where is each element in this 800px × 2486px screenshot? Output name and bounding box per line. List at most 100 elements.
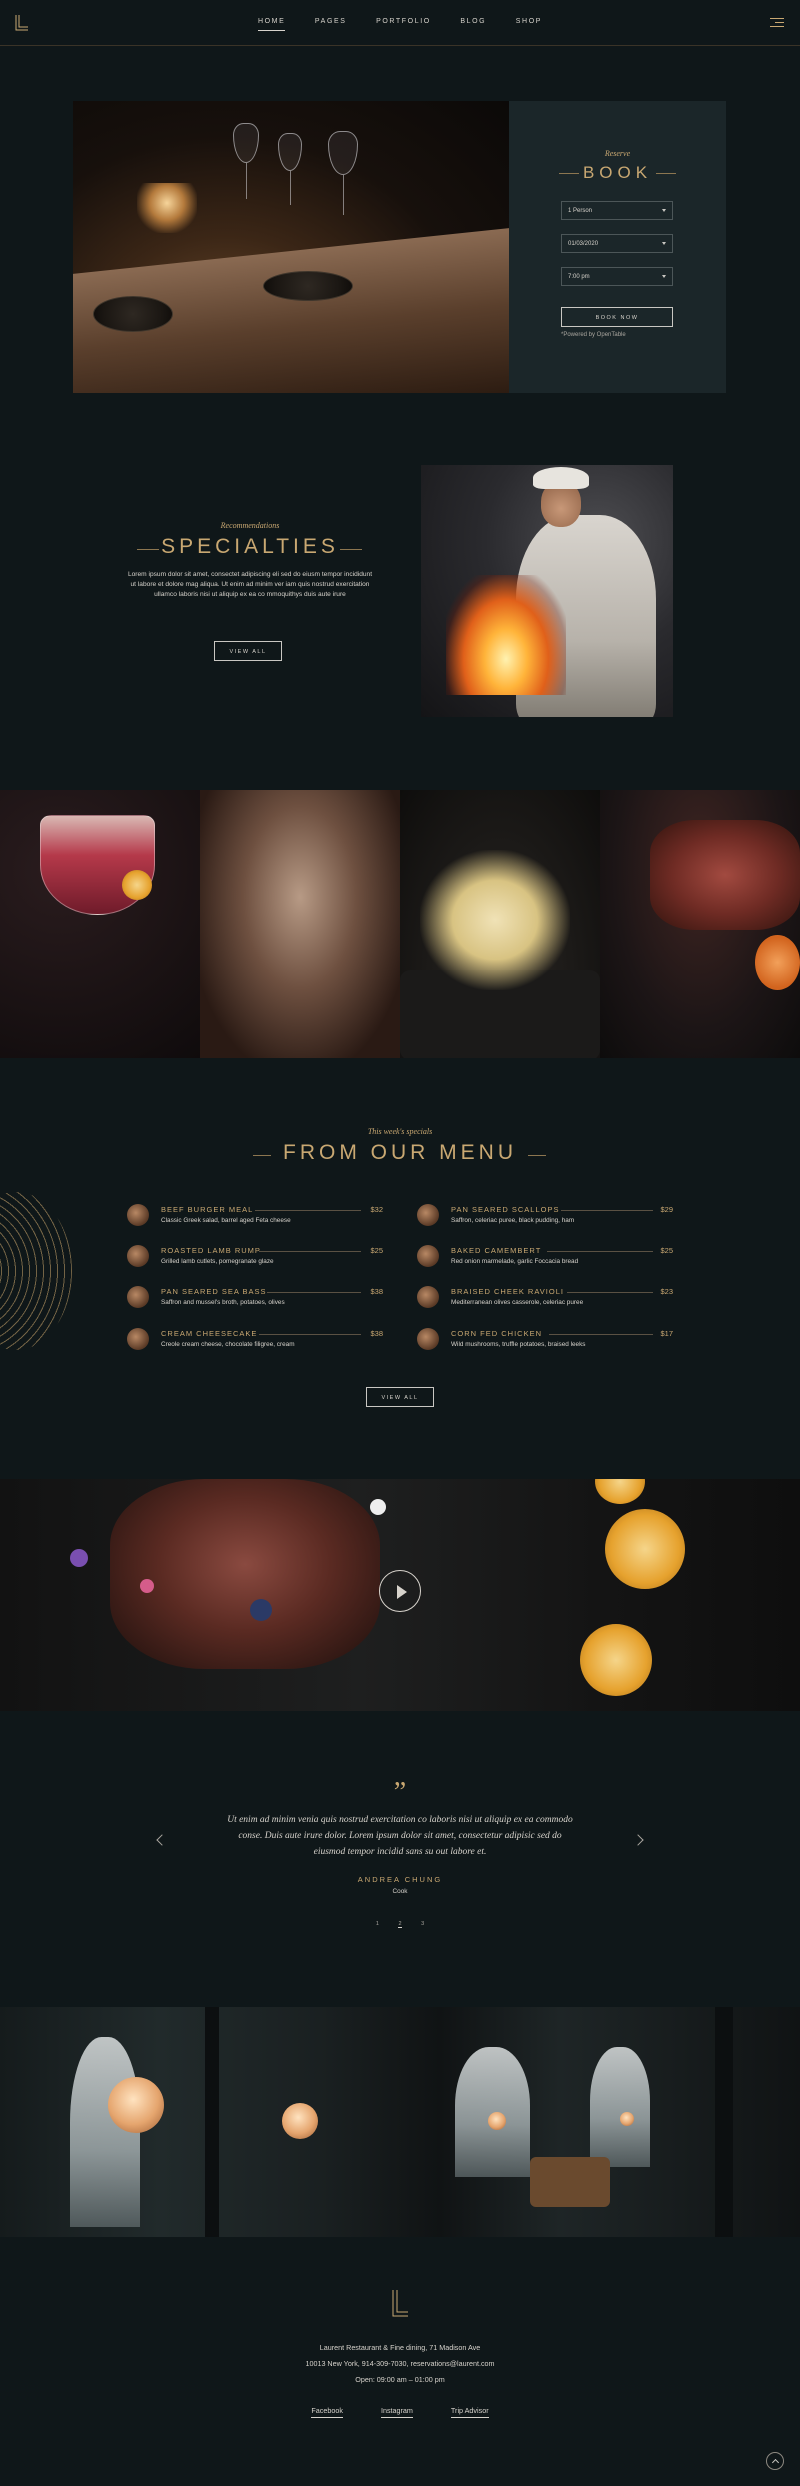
chevron-down-icon [662, 242, 666, 245]
lemon-half [580, 1624, 652, 1696]
nav-item-blog[interactable]: BLOG [460, 18, 486, 30]
menu-item-thumb [127, 1245, 149, 1267]
pendant-lamp [108, 2077, 164, 2133]
divider [567, 1292, 653, 1293]
menu-item-thumb [127, 1204, 149, 1226]
pendant-lamp [282, 2103, 318, 2139]
quote-icon: ” [393, 1777, 407, 1808]
facebook-link[interactable]: Facebook [311, 2406, 343, 2418]
gallery-image-steak[interactable] [600, 790, 800, 1058]
menu-item-name: PAN SEARED SEA BASS [161, 1287, 267, 1296]
menu-item[interactable]: BRAISED CHEEK RAVIOLI $23 Mediterranean … [417, 1285, 673, 1315]
pagination-dot[interactable]: 3 [421, 1921, 424, 1927]
menu-item-name: BEEF BURGER MEAL [161, 1205, 254, 1214]
flower [140, 1579, 154, 1593]
pendant-lamp [620, 2112, 634, 2126]
nav-item-pages[interactable]: PAGES [315, 18, 347, 30]
flower [370, 1499, 386, 1515]
persons-select[interactable]: 1 Person [561, 201, 673, 220]
chef-hat [533, 467, 589, 489]
specialties-title: SPECIALTIES [161, 535, 339, 558]
menu-item[interactable]: CORN FED CHICKEN $17 Wild mushrooms, tru… [417, 1327, 673, 1357]
main-nav: HOME PAGES PORTFOLIO BLOG SHOP [0, 18, 800, 31]
pillar [715, 2007, 733, 2237]
menu-title: FROM OUR MENU [283, 1141, 517, 1164]
divider [656, 173, 676, 174]
divider [547, 1251, 653, 1252]
menu-item-name: CORN FED CHICKEN [451, 1329, 543, 1338]
menu-item-price: $38 [370, 1287, 383, 1296]
menu-view-all-button[interactable]: VIEW ALL [366, 1387, 434, 1407]
chevron-right-icon[interactable] [632, 1834, 644, 1846]
flower [70, 1549, 88, 1567]
menu-burger-icon[interactable] [770, 18, 784, 28]
pagination-dot[interactable]: 1 [376, 1921, 379, 1927]
footer-address: Laurent Restaurant & Fine dining, 71 Mad… [0, 2340, 800, 2388]
armchair [530, 2157, 610, 2207]
menu-item[interactable]: CREAM CHEESECAKE $38 Creole cream cheese… [127, 1327, 383, 1357]
powered-by-text: *Powered by OpenTable [561, 332, 626, 338]
menu-item-thumb [417, 1286, 439, 1308]
menu-item-name: BAKED CAMEMBERT [451, 1246, 542, 1255]
nav-item-portfolio[interactable]: PORTFOLIO [376, 18, 431, 30]
plate [263, 271, 353, 301]
menu-item-name: ROASTED LAMB RUMP [161, 1246, 261, 1255]
nav-item-shop[interactable]: SHOP [516, 18, 542, 30]
nav-item-home[interactable]: HOME [257, 18, 286, 31]
gallery-image-cocktail[interactable] [0, 790, 200, 1058]
divider [549, 1334, 653, 1335]
date-value: 01/03/2020 [568, 241, 599, 247]
menu-item-name: PAN SEARED SCALLOPS [451, 1205, 560, 1214]
blueberry [250, 1599, 272, 1621]
menu-item[interactable]: BEEF BURGER MEAL $32 Classic Greek salad… [127, 1203, 383, 1233]
menu-item-desc: Grilled lamb cutlets, pomegranate glaze [161, 1258, 274, 1265]
menu-item[interactable]: PAN SEARED SEA BASS $38 Saffron and muss… [127, 1285, 383, 1315]
specialties-text: Lorem ipsum dolor sit amet, consectet ad… [127, 571, 373, 598]
specialties-subtitle: Recommendations [220, 521, 280, 530]
plated-meat [110, 1479, 380, 1669]
time-select[interactable]: 7:00 pm [561, 267, 673, 286]
date-select[interactable]: 01/03/2020 [561, 234, 673, 253]
book-now-button[interactable]: BOOK NOW [561, 307, 673, 327]
menu-item-thumb [417, 1245, 439, 1267]
specialties-view-all-button[interactable]: VIEW ALL [214, 641, 282, 661]
menu-item[interactable]: PAN SEARED SCALLOPS $29 Saffron, celeria… [417, 1203, 673, 1233]
chevron-down-icon [662, 275, 666, 278]
menu-item-name: CREAM CHEESECAKE [161, 1329, 258, 1338]
book-title: BOOK [582, 163, 653, 182]
glass-stem [290, 171, 291, 205]
menu-subtitle: This week's specials [367, 1127, 433, 1136]
divider [255, 1210, 361, 1211]
divider [259, 1334, 361, 1335]
hero-dining-table-image [73, 101, 509, 393]
menu-item-price: $29 [660, 1205, 673, 1214]
menu-item-desc: Mediterranean olives casserole, celeriac… [451, 1299, 584, 1306]
menu-item-desc: Classic Greek salad, barrel aged Feta ch… [161, 1217, 291, 1224]
window [590, 2047, 650, 2167]
menu-item[interactable]: ROASTED LAMB RUMP $25 Grilled lamb cutle… [127, 1244, 383, 1274]
instagram-link[interactable]: Instagram [380, 2406, 413, 2418]
candle-light [137, 183, 197, 233]
play-icon[interactable] [379, 1570, 421, 1612]
gallery-image-pasta[interactable] [400, 790, 600, 1058]
menu-item[interactable]: BAKED CAMEMBERT $25 Red onion marmelade,… [417, 1244, 673, 1274]
lemon-slice [122, 870, 152, 900]
address-line: 10013 New York, 914-309-7030, reservatio… [305, 2359, 495, 2368]
reservation-panel: Reserve BOOK 1 Person 01/03/2020 7:00 pm… [509, 101, 726, 393]
back-to-top-icon[interactable] [766, 2452, 784, 2470]
gallery-image-meat[interactable] [200, 790, 400, 1058]
footer-social-links: Facebook Instagram Trip Advisor [0, 2406, 800, 2418]
footer-logo-icon[interactable] [390, 2289, 410, 2319]
menu-item-thumb [127, 1328, 149, 1350]
chevron-left-icon[interactable] [156, 1834, 168, 1846]
pagination-dot-active[interactable]: 2 [398, 1921, 402, 1928]
address-line: Laurent Restaurant & Fine dining, 71 Mad… [319, 2343, 481, 2352]
testimonial-quote: Ut enim ad minim venia quis nostrud exer… [227, 1815, 573, 1857]
menu-item-desc: Wild mushrooms, truffle potatoes, braise… [451, 1341, 586, 1348]
reserve-subtitle: Reserve [604, 149, 631, 158]
testimonial-role: Cook [392, 1888, 408, 1895]
menu-item-desc: Red onion marmelade, garlic Foccacia bre… [451, 1258, 579, 1265]
trip-advisor-link[interactable]: Trip Advisor [450, 2406, 489, 2418]
persons-value: 1 Person [568, 208, 593, 214]
menu-item-price: $38 [370, 1329, 383, 1338]
